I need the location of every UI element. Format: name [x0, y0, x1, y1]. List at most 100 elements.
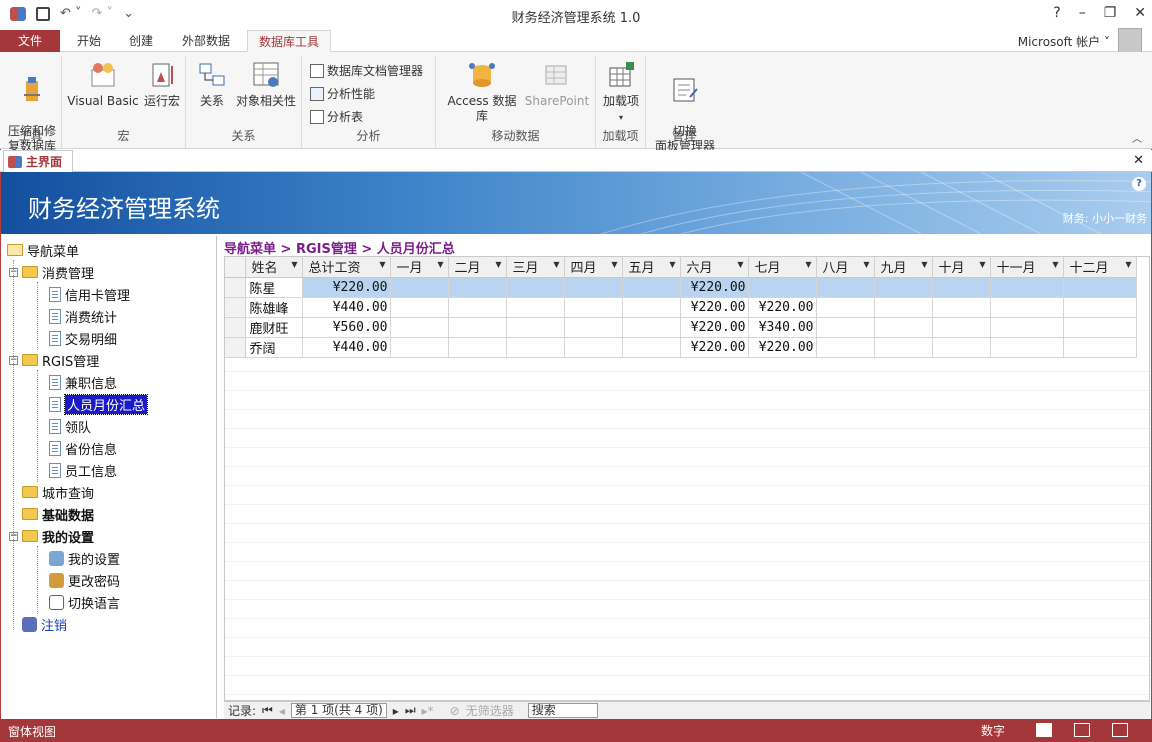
- amount-cell[interactable]: [448, 337, 507, 358]
- amount-cell[interactable]: [932, 277, 991, 298]
- column-header[interactable]: 七月 ▼: [748, 257, 817, 278]
- tab-file[interactable]: 文件: [0, 30, 60, 52]
- amount-cell[interactable]: [622, 317, 681, 338]
- amount-cell[interactable]: [1063, 317, 1137, 338]
- form-view-icon[interactable]: [1036, 723, 1052, 737]
- amount-cell[interactable]: [1063, 277, 1137, 298]
- nav-item-15[interactable]: 切换语言: [49, 592, 120, 612]
- row-selector[interactable]: [225, 317, 246, 338]
- column-header[interactable]: 十一月 ▼: [990, 257, 1064, 278]
- avatar[interactable]: [1118, 28, 1142, 54]
- amount-cell[interactable]: [1063, 297, 1137, 318]
- column-filter-dropdown-icon[interactable]: ▼: [379, 260, 385, 269]
- column-header[interactable]: 十二月 ▼: [1063, 257, 1137, 278]
- amount-cell[interactable]: [506, 317, 565, 338]
- amount-cell[interactable]: ¥440.00: [302, 297, 391, 318]
- nav-item-8[interactable]: 省份信息: [49, 438, 117, 458]
- amount-cell[interactable]: [506, 277, 565, 298]
- nav-item-6[interactable]: 人员月份汇总: [49, 393, 149, 415]
- amount-cell[interactable]: ¥220.00: [680, 337, 749, 358]
- close-document-icon[interactable]: ✕: [1133, 153, 1144, 168]
- amount-cell[interactable]: [622, 277, 681, 298]
- amount-cell[interactable]: [390, 337, 449, 358]
- database-documenter-button[interactable]: 数据库文档管理器: [310, 62, 423, 79]
- nav-item-13[interactable]: 我的设置: [49, 548, 120, 568]
- amount-cell[interactable]: ¥220.00: [680, 277, 749, 298]
- column-header[interactable]: 八月 ▼: [816, 257, 875, 278]
- row-selector[interactable]: [225, 297, 246, 318]
- amount-cell[interactable]: [748, 277, 817, 298]
- amount-cell[interactable]: [990, 297, 1064, 318]
- amount-cell[interactable]: [932, 337, 991, 358]
- amount-cell[interactable]: ¥560.00: [302, 317, 391, 338]
- table-row[interactable]: 陈星 ¥220.00 ¥220.00: [225, 277, 1137, 298]
- nav-item-1[interactable]: 信用卡管理: [49, 284, 130, 304]
- column-filter-dropdown-icon[interactable]: ▼: [1125, 260, 1131, 269]
- amount-cell[interactable]: ¥340.00: [748, 317, 817, 338]
- record-position-input[interactable]: 第 1 项(共 4 项): [290, 703, 387, 718]
- datasheet-view-icon[interactable]: [1074, 723, 1090, 737]
- amount-cell[interactable]: [506, 297, 565, 318]
- column-header[interactable]: 姓名 ▼: [245, 257, 303, 278]
- amount-cell[interactable]: ¥220.00: [748, 297, 817, 318]
- column-header[interactable]: 五月 ▼: [622, 257, 681, 278]
- column-header[interactable]: 二月 ▼: [448, 257, 507, 278]
- filter-icon[interactable]: ⊘: [450, 704, 460, 718]
- run-macro-button[interactable]: 运行宏: [142, 60, 182, 109]
- last-record-icon[interactable]: ⏭: [405, 703, 416, 718]
- nav-item-2[interactable]: 消费统计: [49, 306, 117, 326]
- amount-cell[interactable]: ¥220.00: [748, 337, 817, 358]
- search-input[interactable]: 搜索: [527, 703, 598, 718]
- help-icon[interactable]: ?: [1132, 177, 1146, 191]
- column-filter-dropdown-icon[interactable]: ▼: [437, 260, 443, 269]
- tab-external-data[interactable]: 外部数据: [172, 30, 240, 52]
- amount-cell[interactable]: [622, 297, 681, 318]
- column-header[interactable]: 六月 ▼: [680, 257, 749, 278]
- column-header[interactable]: 三月 ▼: [506, 257, 565, 278]
- name-cell[interactable]: 乔阔: [245, 337, 303, 358]
- amount-cell[interactable]: [564, 277, 623, 298]
- select-all-corner[interactable]: [225, 257, 246, 278]
- analyze-table-button[interactable]: 分析表: [310, 108, 363, 125]
- help-button[interactable]: ?: [1053, 5, 1060, 21]
- amount-cell[interactable]: [874, 337, 933, 358]
- column-filter-dropdown-icon[interactable]: ▼: [921, 260, 927, 269]
- amount-cell[interactable]: ¥220.00: [680, 317, 749, 338]
- column-header[interactable]: 四月 ▼: [564, 257, 623, 278]
- tab-home[interactable]: 开始: [66, 30, 112, 52]
- amount-cell[interactable]: [874, 317, 933, 338]
- tab-create[interactable]: 创建: [118, 30, 164, 52]
- amount-cell[interactable]: [932, 317, 991, 338]
- nav-item-14[interactable]: 更改密码: [49, 570, 120, 590]
- column-filter-dropdown-icon[interactable]: ▼: [737, 260, 743, 269]
- amount-cell[interactable]: [390, 317, 449, 338]
- amount-cell[interactable]: [448, 277, 507, 298]
- nav-item-10[interactable]: 城市查询: [9, 482, 94, 502]
- visual-basic-button[interactable]: Visual Basic: [66, 60, 140, 109]
- design-view-icon[interactable]: [1112, 723, 1128, 737]
- amount-cell[interactable]: [990, 337, 1064, 358]
- relationships-button[interactable]: 关系: [192, 60, 232, 109]
- nav-item-0[interactable]: − 消费管理: [9, 262, 94, 282]
- nav-root[interactable]: 导航菜单: [7, 240, 79, 260]
- nav-item-5[interactable]: 兼职信息: [49, 372, 117, 392]
- nav-item-3[interactable]: 交易明细: [49, 328, 117, 348]
- amount-cell[interactable]: [390, 297, 449, 318]
- nav-item-4[interactable]: − RGIS管理: [9, 350, 99, 370]
- collapse-ribbon-icon[interactable]: ︿: [1132, 130, 1142, 145]
- first-record-icon[interactable]: ⏮: [262, 703, 273, 718]
- column-filter-dropdown-icon[interactable]: ▼: [1052, 260, 1058, 269]
- name-cell[interactable]: 陈星: [245, 277, 303, 298]
- new-record-icon[interactable]: ▸*: [422, 704, 434, 718]
- amount-cell[interactable]: [564, 337, 623, 358]
- row-selector[interactable]: [225, 337, 246, 358]
- close-button[interactable]: ✕: [1134, 5, 1146, 21]
- nav-item-16[interactable]: 注销: [9, 614, 67, 634]
- amount-cell[interactable]: ¥220.00: [680, 297, 749, 318]
- sharepoint-button[interactable]: SharePoint: [524, 60, 590, 109]
- column-header[interactable]: 九月 ▼: [874, 257, 933, 278]
- amount-cell[interactable]: ¥440.00: [302, 337, 391, 358]
- amount-cell[interactable]: [506, 337, 565, 358]
- addins-button[interactable]: 加载项 ▾: [600, 60, 642, 125]
- column-filter-dropdown-icon[interactable]: ▼: [553, 260, 559, 269]
